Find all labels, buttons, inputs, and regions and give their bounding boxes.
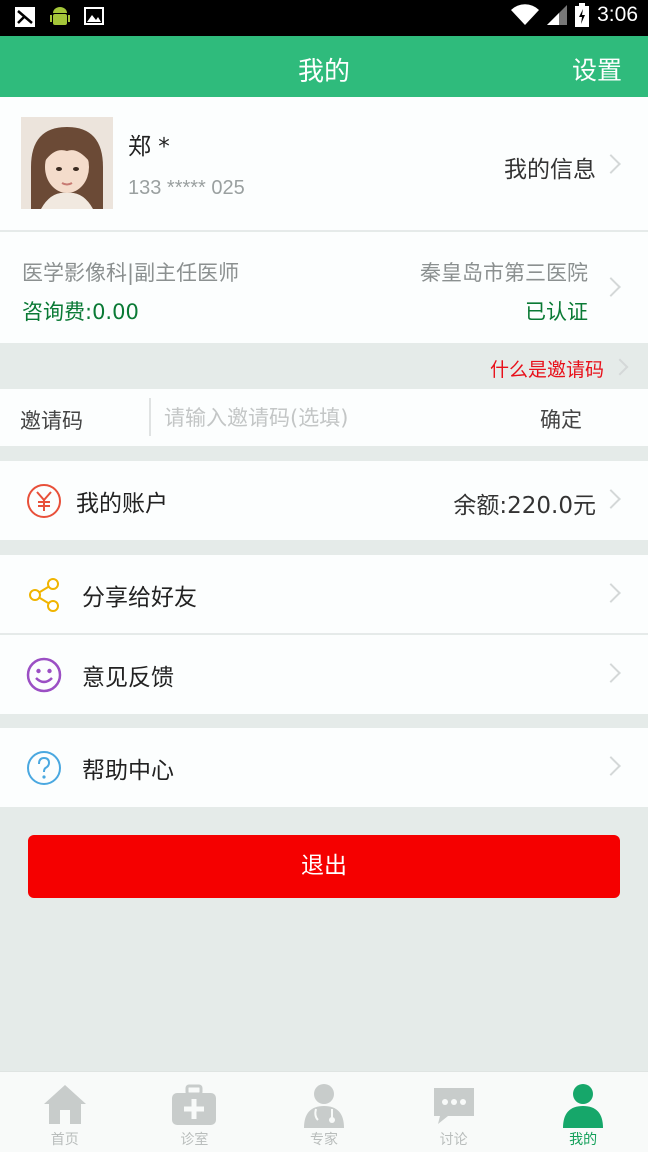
chevron-right-icon: [601, 277, 621, 297]
confirm-invite-button[interactable]: 确定: [540, 404, 582, 434]
chevron-right-icon: [601, 154, 621, 174]
doctor-icon: [303, 1084, 344, 1128]
wifi-icon: [511, 4, 540, 26]
user-phone: 133 ***** 025: [128, 177, 245, 199]
tab-mine[interactable]: 我的: [518, 1072, 648, 1152]
chevron-right-icon: [601, 489, 621, 509]
yuan-coin-icon: [27, 484, 61, 518]
my-account-row[interactable]: 我的账户 余额:220.0元: [0, 461, 648, 540]
smiley-icon: [26, 657, 62, 693]
my-info-link[interactable]: 我的信息: [504, 150, 596, 184]
tab-home[interactable]: 首页: [0, 1072, 130, 1152]
tab-label: 专家: [309, 1132, 338, 1148]
system-icons: 3:06: [511, 3, 638, 27]
consult-fee: 咨询费:0.00: [22, 300, 139, 324]
feedback-label: 意见反馈: [82, 665, 174, 691]
my-account-label: 我的账户: [76, 491, 168, 517]
divider: [149, 398, 151, 436]
tab-label: 首页: [50, 1132, 79, 1148]
doctor-hospital: 秦皇岛市第三医院: [420, 261, 588, 285]
signal-icon: [547, 5, 568, 25]
chevron-right-icon: [601, 583, 621, 603]
tab-experts[interactable]: 专家: [259, 1072, 389, 1152]
avatar: [21, 117, 113, 209]
page-title: 我的: [297, 57, 350, 87]
tab-label: 我的: [569, 1132, 598, 1148]
tab-clinic[interactable]: 诊室: [130, 1072, 260, 1152]
help-center-row[interactable]: 帮助中心: [0, 728, 648, 807]
share-label: 分享给好友: [82, 585, 197, 611]
tab-discussion[interactable]: 讨论: [389, 1072, 519, 1152]
home-icon: [43, 1085, 86, 1124]
settings-button[interactable]: 设置: [572, 51, 622, 87]
notification-icons: [14, 6, 104, 28]
chevron-right-icon: [611, 358, 629, 376]
tab-label: 讨论: [439, 1132, 468, 1148]
user-name: 郑 *: [128, 134, 170, 160]
battery-icon: [575, 3, 590, 27]
help-question-icon: [27, 751, 61, 785]
feedback-row[interactable]: 意见反馈: [0, 635, 648, 714]
avatar-portrait: [21, 117, 113, 209]
logout-button[interactable]: 退出: [28, 835, 620, 898]
android-icon: [50, 7, 70, 25]
chevron-right-icon: [601, 663, 621, 683]
invite-code-help-link[interactable]: 什么是邀请码: [490, 355, 604, 382]
status-time: 3:06: [597, 3, 638, 26]
account-balance: 余额:220.0元: [453, 493, 596, 519]
invite-code-label: 邀请码: [20, 409, 83, 433]
no-signal-notification-icon: [15, 7, 35, 27]
invite-code-input[interactable]: [164, 399, 504, 437]
medical-kit-icon: [172, 1084, 217, 1125]
user-icon: [563, 1084, 604, 1128]
share-to-friends-row[interactable]: 分享给好友: [0, 555, 648, 634]
image-notification-icon: [84, 7, 104, 25]
app-header: 我的 设置: [0, 36, 648, 97]
chevron-right-icon: [601, 756, 621, 776]
verified-status: 已认证: [525, 300, 588, 324]
tab-label: 诊室: [180, 1132, 209, 1148]
doctor-department: 医学影像科|副主任医师: [22, 261, 240, 285]
share-icon: [29, 578, 59, 612]
doctor-certification-card[interactable]: 医学影像科|副主任医师 秦皇岛市第三医院 咨询费:0.00 已认证: [0, 232, 648, 343]
status-bar: 3:06: [0, 0, 648, 36]
profile-card[interactable]: 郑 * 133 ***** 025 我的信息: [0, 97, 648, 231]
bottom-tab-bar: 首页 诊室 专家 讨论 我的: [0, 1071, 648, 1152]
chat-bubble-icon: [433, 1088, 474, 1124]
invite-code-row: 邀请码 确定: [0, 389, 648, 446]
help-center-label: 帮助中心: [82, 758, 174, 784]
